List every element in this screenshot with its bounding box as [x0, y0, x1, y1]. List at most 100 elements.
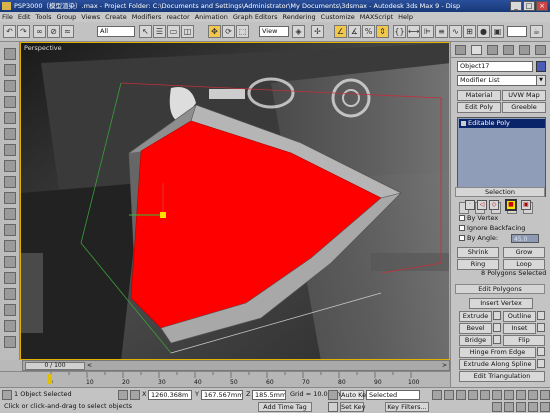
object-name-field[interactable]: Object17: [457, 61, 533, 72]
walk-through-icon[interactable]: [516, 402, 526, 412]
tool-icon[interactable]: [4, 208, 16, 220]
play-icon[interactable]: [456, 390, 466, 400]
outline-button[interactable]: Outline: [503, 311, 536, 322]
pan-icon[interactable]: [528, 390, 538, 400]
key-mode-icon[interactable]: [328, 390, 338, 400]
viewport-label[interactable]: Perspective: [24, 44, 62, 52]
maxscript-listener-icon[interactable]: [2, 390, 12, 400]
curve-editor-icon[interactable]: ∿: [449, 25, 462, 38]
render-scene-icon[interactable]: ▣: [491, 25, 504, 38]
tool-icon[interactable]: [4, 128, 16, 140]
select-object-icon[interactable]: ↖: [139, 25, 152, 38]
link-icon[interactable]: ∞: [33, 25, 46, 38]
insert-vertex-button[interactable]: Insert Vertex: [469, 298, 533, 309]
outline-settings-icon[interactable]: [537, 311, 545, 320]
element-level-icon[interactable]: ▣: [521, 200, 531, 210]
grow-button[interactable]: Grow: [503, 247, 545, 258]
menu-help[interactable]: Help: [398, 12, 413, 22]
bridge-settings-icon[interactable]: [493, 335, 501, 344]
manipulate-icon[interactable]: ✢: [311, 25, 324, 38]
select-by-name-icon[interactable]: ☰: [153, 25, 166, 38]
select-and-scale-icon[interactable]: ⬚: [236, 25, 249, 38]
lock-selection-icon[interactable]: [118, 390, 128, 400]
tool-icon[interactable]: [4, 144, 16, 156]
object-color-swatch[interactable]: [536, 61, 546, 72]
menu-file[interactable]: File: [2, 12, 13, 22]
key-filters-button[interactable]: Key Filters...: [385, 402, 429, 412]
utilities-tab-icon[interactable]: [535, 45, 546, 55]
zoom-region-icon[interactable]: [528, 402, 538, 412]
menu-rendering[interactable]: Rendering: [282, 12, 315, 22]
border-level-icon[interactable]: ◇: [489, 200, 499, 210]
inset-button[interactable]: Inset: [503, 323, 536, 334]
pivot-center-icon[interactable]: ◈: [292, 25, 305, 38]
material-button[interactable]: Material: [457, 90, 501, 101]
y-coordinate-field[interactable]: 167.567mm: [201, 390, 243, 400]
field-of-view-icon[interactable]: [492, 402, 502, 412]
selection-rollout-title[interactable]: Selection: [455, 187, 545, 197]
undo-icon[interactable]: ↶: [3, 25, 16, 38]
polygon-level-icon[interactable]: ■: [505, 199, 517, 211]
expand-icon[interactable]: [461, 121, 466, 126]
go-to-start-icon[interactable]: [432, 390, 442, 400]
snap-toggle-icon[interactable]: ∠: [334, 25, 347, 38]
render-type-dropdown[interactable]: [507, 26, 527, 37]
set-key-icon[interactable]: [328, 402, 338, 412]
time-slider-handle[interactable]: 0 / 100: [25, 362, 85, 370]
motion-tab-icon[interactable]: [503, 45, 514, 55]
reference-coord-dropdown[interactable]: View: [259, 26, 289, 37]
tool-icon[interactable]: [4, 160, 16, 172]
tool-icon[interactable]: [4, 256, 16, 268]
edge-level-icon[interactable]: ◁: [477, 200, 487, 210]
menu-maxscript[interactable]: MAXScript: [360, 12, 393, 22]
display-tab-icon[interactable]: [519, 45, 530, 55]
inset-settings-icon[interactable]: [537, 323, 545, 332]
next-frame-icon[interactable]: [468, 390, 478, 400]
perspective-viewport[interactable]: Perspective: [20, 42, 450, 360]
set-key-button[interactable]: Set Key: [340, 402, 366, 412]
angle-snap-icon[interactable]: ∡: [348, 25, 361, 38]
mirror-icon[interactable]: ⟷: [407, 25, 420, 38]
bridge-button[interactable]: Bridge: [459, 335, 492, 346]
modifier-list-dropdown[interactable]: Modifier List ▼: [457, 75, 546, 86]
menu-graph-editors[interactable]: Graph Editors: [233, 12, 278, 22]
shrink-button[interactable]: Shrink: [457, 247, 499, 258]
schematic-view-icon[interactable]: ⊞: [463, 25, 476, 38]
window-crossing-icon[interactable]: ◫: [181, 25, 194, 38]
by-vertex-checkbox[interactable]: By Vertex: [459, 214, 498, 222]
uvw-map-button[interactable]: UVW Map: [502, 90, 546, 101]
tool-icon[interactable]: [4, 224, 16, 236]
bind-space-warp-icon[interactable]: ≈: [61, 25, 74, 38]
menu-modifiers[interactable]: Modifiers: [132, 12, 162, 22]
current-frame-marker[interactable]: [48, 374, 52, 384]
tool-icon[interactable]: [4, 288, 16, 300]
percent-snap-icon[interactable]: %: [362, 25, 375, 38]
layer-manager-icon[interactable]: ≡: [435, 25, 448, 38]
time-slider[interactable]: 0 / 100 < >: [22, 360, 450, 371]
extrude-button[interactable]: Extrude: [459, 311, 492, 322]
tool-icon[interactable]: [4, 240, 16, 252]
selection-filter-dropdown[interactable]: All: [97, 26, 135, 37]
tool-icon[interactable]: [4, 304, 16, 316]
redo-icon[interactable]: ↷: [17, 25, 30, 38]
material-editor-icon[interactable]: ●: [477, 25, 490, 38]
create-tab-icon[interactable]: [455, 45, 466, 55]
vertex-level-icon[interactable]: ·: [465, 200, 475, 210]
menu-edit[interactable]: Edit: [18, 12, 31, 22]
select-and-rotate-icon[interactable]: ⟳: [222, 25, 235, 38]
menu-group[interactable]: Group: [57, 12, 77, 22]
menu-animation[interactable]: Animation: [195, 12, 228, 22]
ignore-backfacing-checkbox[interactable]: Ignore Backfacing: [459, 224, 525, 232]
menu-tools[interactable]: Tools: [35, 12, 51, 22]
zoom-all-icon[interactable]: [504, 390, 514, 400]
z-coordinate-field[interactable]: 185.5mm: [252, 390, 286, 400]
tool-icon[interactable]: [4, 192, 16, 204]
greeble-button[interactable]: Greeble: [502, 102, 546, 113]
slider-left-arrow-icon[interactable]: <: [87, 362, 92, 369]
tool-icon[interactable]: [4, 64, 16, 76]
tool-icon[interactable]: [4, 96, 16, 108]
arc-rotate-icon[interactable]: [540, 390, 550, 400]
add-time-tag-button[interactable]: Add Time Tag: [258, 402, 312, 412]
slider-right-arrow-icon[interactable]: >: [442, 362, 447, 369]
edit-poly-button[interactable]: Edit Poly: [457, 102, 501, 113]
